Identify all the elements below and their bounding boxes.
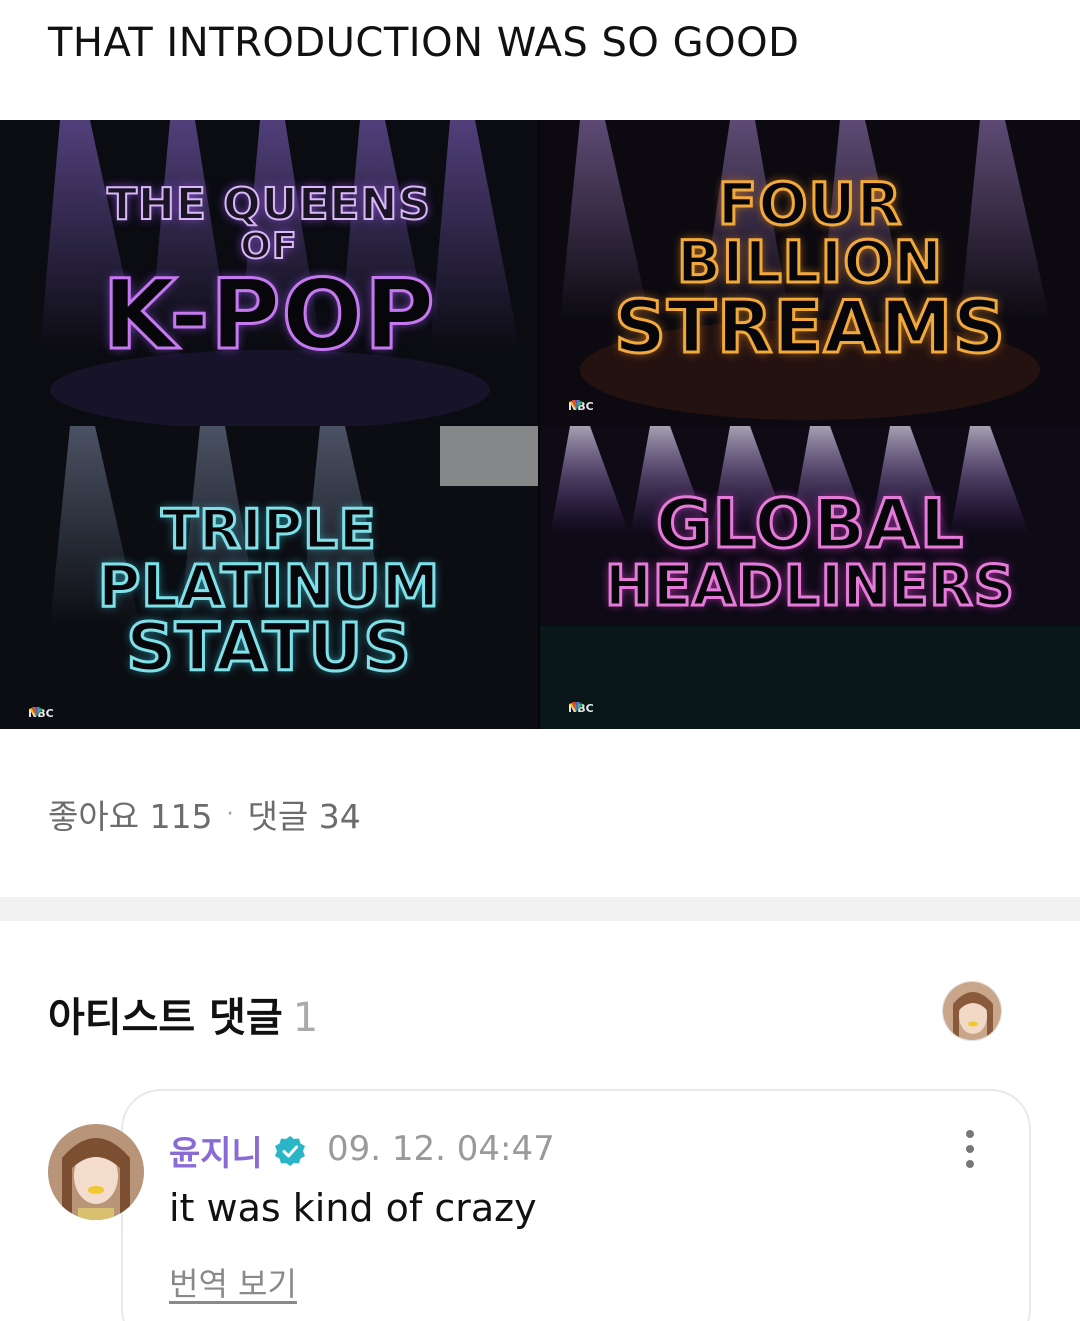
image-grid[interactable]: THE QUEENS OF K-POP FOUR BILLION STREAMS bbox=[0, 120, 1080, 729]
comment-text: it was kind of crazy bbox=[169, 1186, 537, 1230]
artist-avatar[interactable] bbox=[942, 981, 1002, 1041]
translate-link[interactable]: 번역 보기 bbox=[169, 1259, 297, 1305]
comment-timestamp: 09. 12. 04:47 bbox=[327, 1129, 555, 1169]
nbc-peacock-icon bbox=[29, 707, 43, 717]
avatar-image bbox=[943, 982, 1001, 1040]
artist-comments-count: 1 bbox=[292, 995, 319, 1041]
likes-count[interactable]: 좋아요 115 bbox=[48, 790, 213, 838]
section-divider bbox=[0, 897, 1080, 921]
nbc-logo: NBC bbox=[568, 400, 594, 413]
stats-separator: · bbox=[226, 801, 234, 827]
verified-badge-icon bbox=[274, 1135, 305, 1166]
image-tile-2[interactable]: FOUR BILLION STREAMS NBC bbox=[540, 120, 1080, 426]
avatar-image bbox=[48, 1124, 144, 1220]
tile-1-text: THE QUEENS OF K-POP bbox=[101, 179, 436, 371]
artist-comments-heading: 아티스트 댓글 1 bbox=[48, 985, 318, 1043]
image-tile-3[interactable]: TRIPLE PLATINUM STATUS NBC bbox=[0, 426, 538, 729]
comment-author-avatar[interactable] bbox=[48, 1124, 144, 1220]
author-name[interactable]: 윤지니 bbox=[169, 1126, 263, 1175]
comments-count[interactable]: 댓글 34 bbox=[248, 790, 361, 838]
image-tile-1[interactable]: THE QUEENS OF K-POP bbox=[0, 120, 538, 426]
tile-3-text: TRIPLE PLATINUM STATUS bbox=[96, 497, 441, 686]
post-title: THAT INTRODUCTION WAS SO GOOD bbox=[48, 20, 800, 66]
nbc-logo: NBC bbox=[28, 707, 54, 720]
nbc-peacock-icon bbox=[569, 702, 583, 712]
image-tile-4[interactable]: GLOBAL HEADLINERS NBC bbox=[540, 426, 1080, 729]
more-vertical-icon[interactable] bbox=[955, 1128, 985, 1170]
artist-comments-title: 아티스트 댓글 bbox=[48, 995, 283, 1041]
tile-4-text: GLOBAL HEADLINERS bbox=[603, 484, 1016, 619]
nbc-logo: NBC bbox=[568, 702, 594, 715]
post-stats: 좋아요 115 · 댓글 34 bbox=[48, 790, 361, 838]
nbc-peacock-icon bbox=[569, 400, 583, 410]
tile-2-text: FOUR BILLION STREAMS bbox=[613, 170, 1007, 370]
comment-author[interactable]: 윤지니 bbox=[169, 1126, 307, 1175]
